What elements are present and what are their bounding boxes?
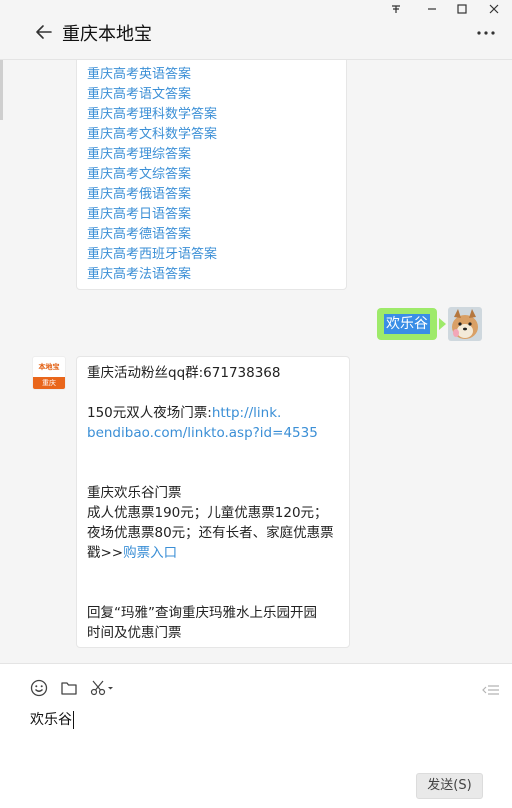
buy-ticket-link[interactable]: 购票入口 bbox=[123, 545, 177, 561]
link-item[interactable]: 重庆高考德语答案 bbox=[87, 225, 336, 245]
collapse-icon[interactable] bbox=[482, 682, 500, 696]
close-icon[interactable] bbox=[482, 2, 506, 20]
sent-message-bubble[interactable]: 欢乐谷 bbox=[377, 308, 437, 340]
maya-reply-line-1: 回复“玛雅”查询重庆玛雅水上乐园开园 bbox=[87, 605, 317, 621]
emoji-icon[interactable] bbox=[29, 678, 49, 698]
message-input[interactable]: 欢乐谷 bbox=[30, 709, 74, 729]
avatar-logo-text: 本地宝 bbox=[38, 363, 60, 371]
back-arrow-icon[interactable] bbox=[34, 22, 54, 42]
send-button[interactable]: 发送(S) bbox=[416, 773, 483, 799]
chat-area: 重庆高考英语答案 重庆高考语文答案 重庆高考理科数学答案 重庆高考文科数学答案 … bbox=[0, 60, 512, 663]
minimize-icon[interactable] bbox=[420, 2, 444, 20]
price-line-1: 成人优惠票190元；儿童优惠票120元； bbox=[87, 505, 328, 521]
night-ticket-text: 150元双人夜场门票: bbox=[87, 405, 212, 421]
message-input-area[interactable]: 欢乐谷 发送(S) bbox=[0, 663, 512, 808]
pin-icon[interactable] bbox=[384, 2, 408, 20]
received-message-bubble: 重庆活动粉丝qq群:671738368 150元双人夜场门票:http://li… bbox=[76, 356, 350, 648]
qq-group-text: 重庆活动粉丝qq群:671738368 bbox=[87, 365, 281, 381]
bendibao-avatar[interactable]: 本地宝 重庆 bbox=[32, 356, 66, 390]
price-line-2: 夜场优惠票80元；还有长者、家庭优惠票 bbox=[87, 525, 334, 541]
maya-reply-line-2: 时间及优惠门票 bbox=[87, 625, 182, 641]
more-icon[interactable] bbox=[476, 26, 496, 36]
maximize-icon[interactable] bbox=[450, 2, 474, 20]
link-item[interactable]: 重庆高考英语答案 bbox=[87, 65, 336, 85]
link-item[interactable]: 重庆高考法语答案 bbox=[87, 265, 336, 285]
link-item[interactable]: 重庆高考俄语答案 bbox=[87, 185, 336, 205]
title-bar: 重庆本地宝 bbox=[0, 0, 512, 60]
buy-line: 戳>>购票入口 bbox=[87, 543, 339, 563]
text-caret bbox=[73, 711, 74, 729]
ticket-link-part2[interactable]: bendibao.com/linkto.asp?id=4535 bbox=[87, 423, 339, 443]
link-item[interactable]: 重庆高考语文答案 bbox=[87, 85, 336, 105]
message-input-text: 欢乐谷 bbox=[30, 712, 72, 728]
user-avatar[interactable] bbox=[448, 307, 482, 341]
link-list-bubble: 重庆高考英语答案 重庆高考语文答案 重庆高考理科数学答案 重庆高考文科数学答案 … bbox=[76, 60, 347, 290]
happy-valley-heading: 重庆欢乐谷门票 bbox=[87, 485, 182, 501]
link-item[interactable]: 重庆高考日语答案 bbox=[87, 205, 336, 225]
buy-prefix: 戳>> bbox=[87, 545, 124, 561]
night-ticket-line: 150元双人夜场门票:http://link. bbox=[87, 403, 339, 423]
sent-message-text: 欢乐谷 bbox=[384, 314, 430, 334]
link-item[interactable]: 重庆高考文综答案 bbox=[87, 165, 336, 185]
ticket-link-part1[interactable]: http://link. bbox=[212, 405, 282, 421]
link-item[interactable]: 重庆高考西班牙语答案 bbox=[87, 245, 336, 265]
chat-title: 重庆本地宝 bbox=[62, 24, 152, 45]
link-item[interactable]: 重庆高考文科数学答案 bbox=[87, 125, 336, 145]
link-item[interactable]: 重庆高考理综答案 bbox=[87, 145, 336, 165]
avatar-city-text: 重庆 bbox=[33, 377, 65, 389]
scissors-icon[interactable] bbox=[89, 678, 115, 698]
bubble-tail bbox=[439, 318, 446, 330]
folder-icon[interactable] bbox=[59, 678, 79, 698]
link-item[interactable]: 重庆高考理科数学答案 bbox=[87, 105, 336, 125]
